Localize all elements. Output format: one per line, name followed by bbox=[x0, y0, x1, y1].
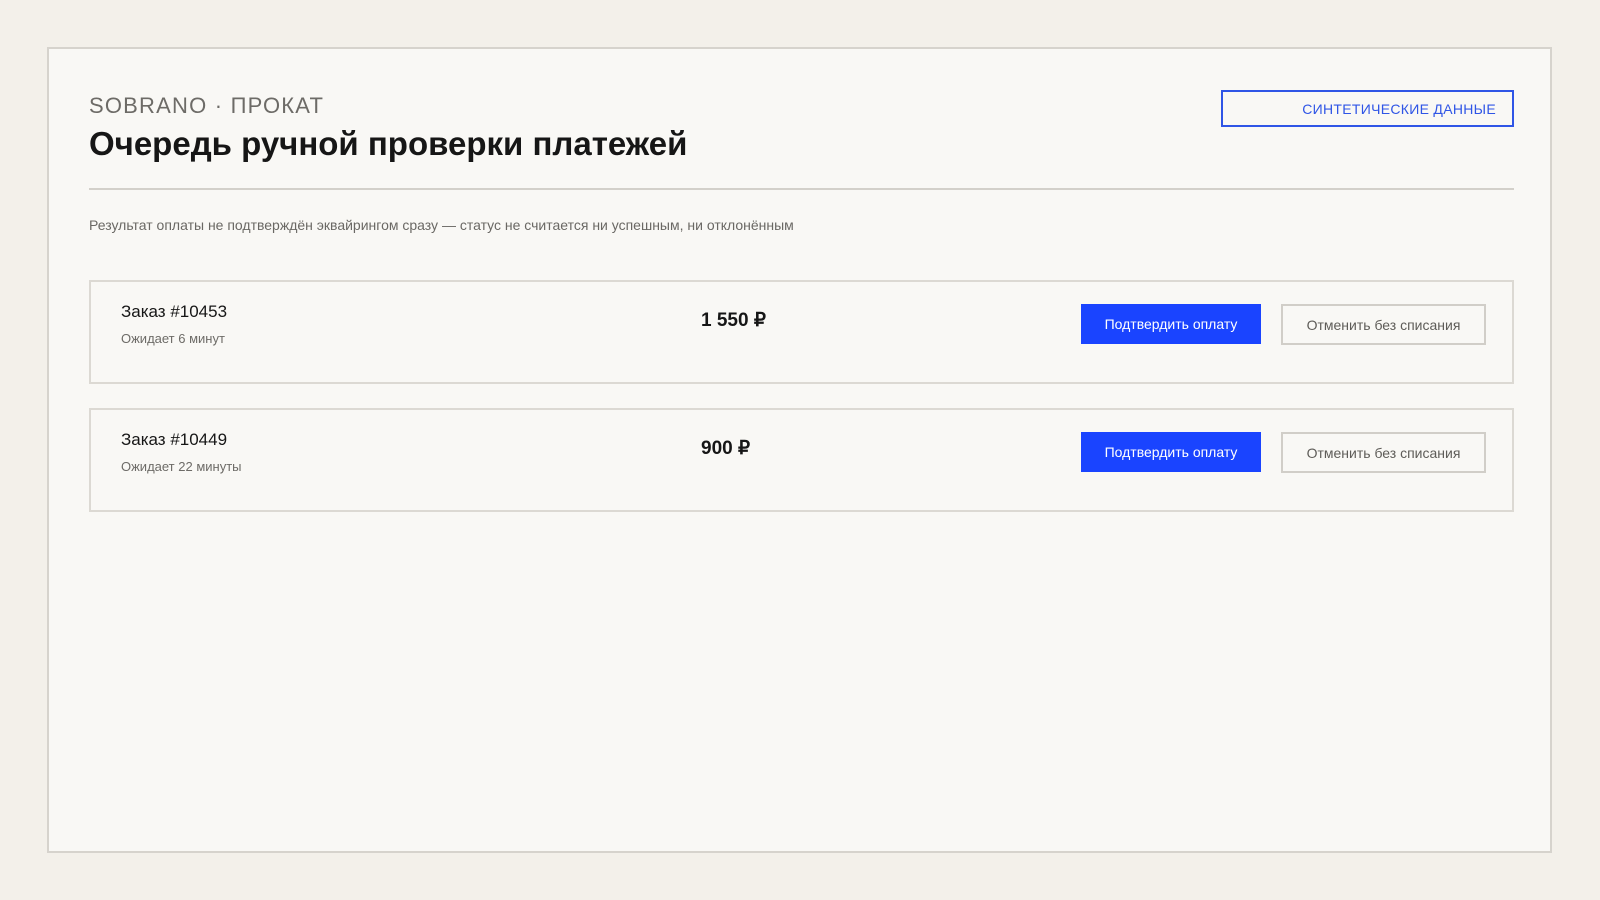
main-panel: SOBRANO · ПРОКАТ Очередь ручной проверки… bbox=[47, 47, 1552, 853]
header-divider bbox=[89, 188, 1514, 190]
order-wait-time: Ожидает 22 минуты bbox=[121, 459, 242, 474]
payment-review-queue: Заказ #10453 Ожидает 6 минут 1 550 ₽ Под… bbox=[89, 280, 1514, 536]
cancel-without-charge-button[interactable]: Отменить без списания bbox=[1281, 432, 1486, 473]
synthetic-data-badge: СИНТЕТИЧЕСКИЕ ДАННЫЕ bbox=[1221, 90, 1514, 127]
status-note: Результат оплаты не подтверждён эквайрин… bbox=[89, 217, 794, 233]
order-title: Заказ #10449 bbox=[121, 430, 228, 449]
confirm-payment-button[interactable]: Подтвердить оплату bbox=[1081, 432, 1261, 472]
cancel-without-charge-button[interactable]: Отменить без списания bbox=[1281, 304, 1486, 345]
order-card: Заказ #10453 Ожидает 6 минут 1 550 ₽ Под… bbox=[89, 280, 1514, 384]
confirm-payment-button[interactable]: Подтвердить оплату bbox=[1081, 304, 1261, 344]
order-amount: 900 ₽ bbox=[701, 438, 751, 459]
order-card: Заказ #10449 Ожидает 22 минуты 900 ₽ Под… bbox=[89, 408, 1514, 512]
order-title: Заказ #10453 bbox=[121, 302, 228, 321]
brand-label: SOBRANO · ПРОКАТ bbox=[89, 93, 325, 118]
order-amount: 1 550 ₽ bbox=[701, 310, 766, 331]
page-title: Очередь ручной проверки платежей bbox=[89, 125, 688, 162]
order-wait-time: Ожидает 6 минут bbox=[121, 331, 225, 346]
